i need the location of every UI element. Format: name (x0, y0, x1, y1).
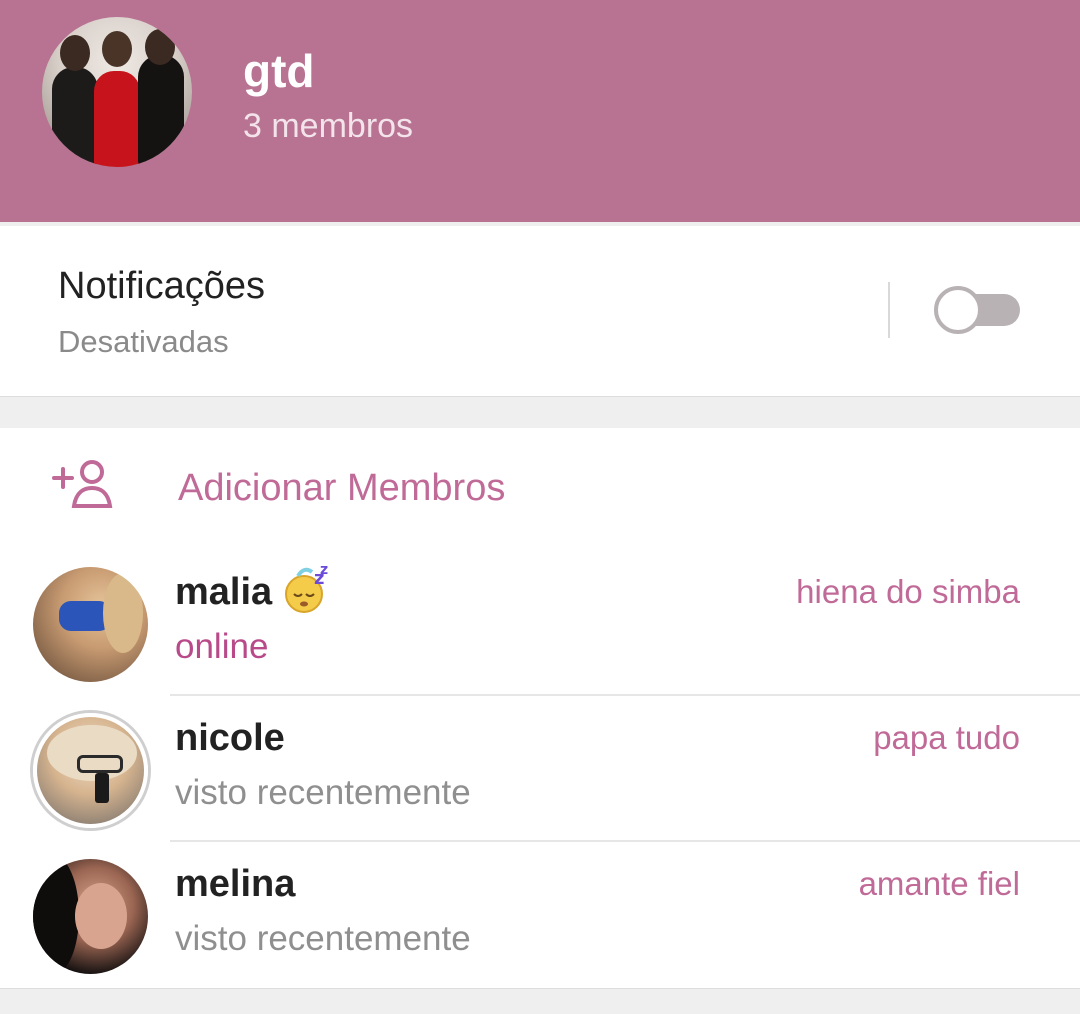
avatar-glasses (77, 755, 123, 773)
member-role: papa tudo (873, 719, 1020, 756)
avatar-figure (138, 55, 184, 167)
avatar-hair (103, 573, 143, 653)
sleeping-face-emoji: z z (285, 564, 328, 613)
avatar-figure-head (60, 35, 90, 71)
toggle-knob (934, 286, 982, 334)
member-name: malia (175, 571, 273, 613)
avatar[interactable] (33, 713, 148, 828)
svg-text:z: z (320, 564, 328, 578)
member-status: online (175, 627, 269, 666)
member-role: hiena do simba (796, 573, 1020, 610)
member-row-nicole[interactable]: nicole visto recentemente papa tudo (0, 696, 1080, 842)
avatar-figure-head (102, 31, 132, 67)
member-role: amante fiel (858, 865, 1020, 902)
notifications-status: Desativadas (58, 324, 229, 359)
member-status: visto recentemente (175, 919, 471, 958)
add-members-label: Adicionar Membros (178, 467, 506, 509)
avatar-face (75, 883, 127, 949)
group-member-count: 3 membros (243, 107, 414, 145)
avatar-figure (52, 67, 98, 167)
member-row-malia[interactable]: malia z z online hiena do simba (0, 550, 1080, 696)
vertical-divider (888, 282, 890, 338)
group-header: gtd 3 membros (0, 0, 1080, 222)
member-name: nicole (175, 717, 285, 759)
notifications-title: Notificações (58, 265, 265, 307)
add-members-button[interactable]: Adicionar Membros (0, 428, 1080, 548)
avatar-phone (95, 773, 109, 803)
member-status: visto recentemente (175, 773, 471, 812)
avatar-figure (94, 71, 140, 167)
group-title: gtd (243, 45, 315, 97)
member-row-melina[interactable]: melina visto recentemente amante fiel (0, 842, 1080, 988)
avatar-figure-head (145, 29, 175, 65)
notifications-toggle[interactable] (934, 286, 1020, 334)
avatar-hair (33, 859, 79, 974)
member-name: melina (175, 863, 296, 905)
add-person-icon (52, 460, 113, 508)
notifications-row[interactable]: Notificações Desativadas (0, 226, 1080, 396)
avatar[interactable] (33, 567, 148, 682)
avatar[interactable] (33, 859, 148, 974)
group-avatar[interactable] (42, 17, 192, 167)
members-section: Adicionar Membros malia z z online hiena… (0, 428, 1080, 988)
